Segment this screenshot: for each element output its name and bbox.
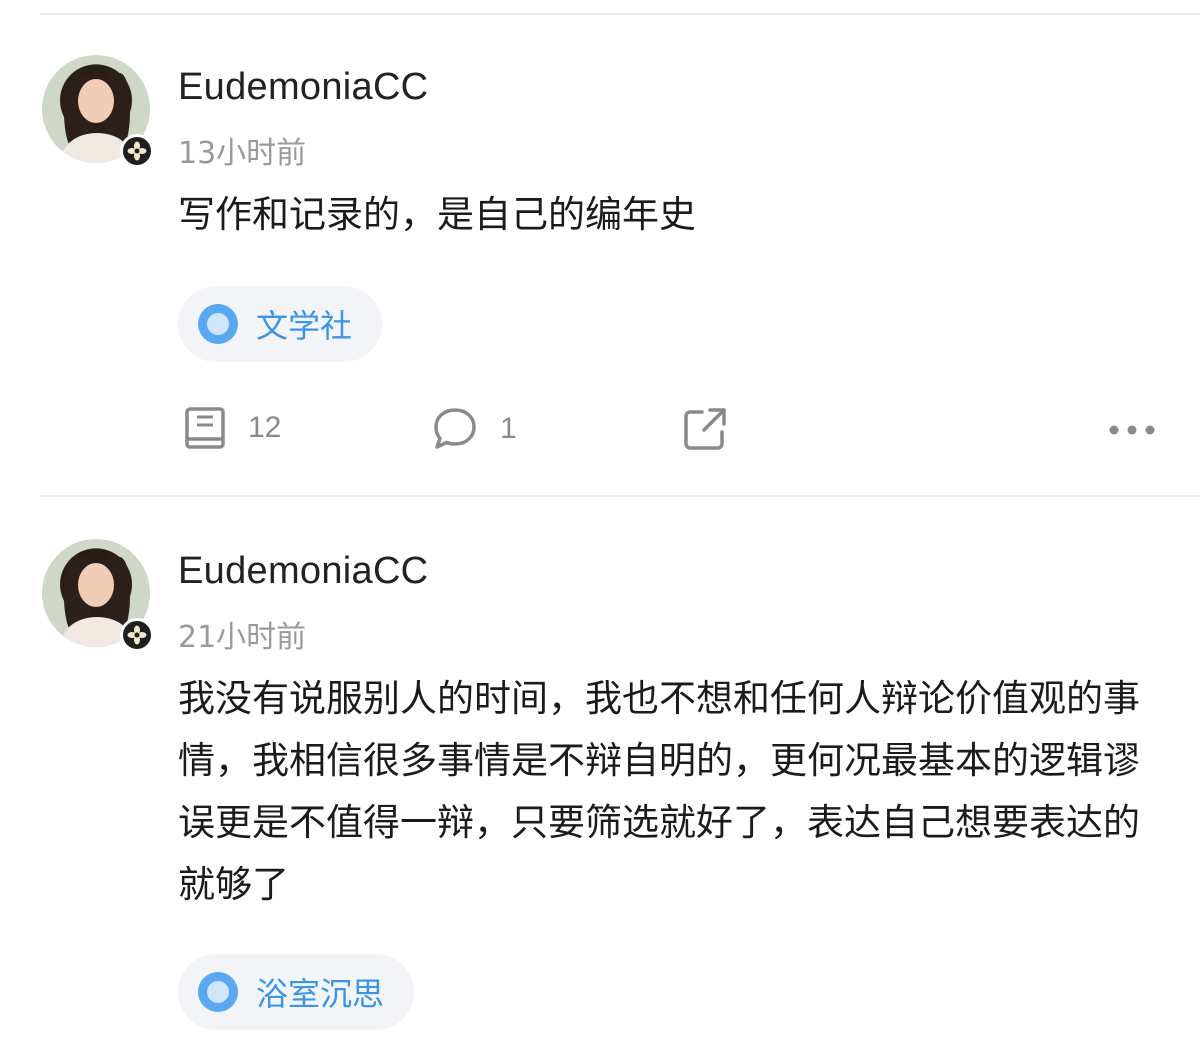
share-icon bbox=[682, 406, 728, 452]
comment-count: 1 bbox=[500, 412, 517, 445]
flower-badge-icon bbox=[120, 618, 154, 652]
read-count: 12 bbox=[248, 411, 282, 444]
topic-tag-label: 浴室沉思 bbox=[256, 975, 385, 1013]
topic-tag[interactable]: 文学社 bbox=[178, 286, 383, 362]
topic-tag-label: 文学社 bbox=[256, 307, 353, 345]
more-button[interactable] bbox=[1108, 420, 1156, 440]
timestamp: 21小时前 bbox=[178, 620, 307, 655]
flower-badge-icon bbox=[120, 134, 154, 168]
top-divider bbox=[40, 13, 1200, 15]
timestamp: 13小时前 bbox=[178, 136, 307, 171]
circle-tag-icon bbox=[198, 972, 238, 1012]
username[interactable]: EudemoniaCC bbox=[178, 550, 428, 593]
read-count-button[interactable]: 12 bbox=[184, 406, 281, 450]
post-content[interactable]: 写作和记录的，是自己的编年史 bbox=[178, 184, 1158, 246]
post-content[interactable]: 我没有说服别人的时间，我也不想和任何人辩论价值观的事情，我相信很多事情是不辩自明… bbox=[178, 668, 1158, 916]
book-icon bbox=[184, 406, 226, 450]
share-button[interactable] bbox=[682, 406, 728, 452]
circle-tag-icon bbox=[198, 304, 238, 344]
topic-tag[interactable]: 浴室沉思 bbox=[178, 954, 415, 1030]
comment-bubble-icon bbox=[432, 406, 478, 452]
post-divider bbox=[40, 495, 1200, 497]
comment-button[interactable]: 1 bbox=[432, 406, 517, 452]
more-dots-icon bbox=[1108, 420, 1156, 440]
username[interactable]: EudemoniaCC bbox=[178, 66, 428, 109]
post-feed: EudemoniaCC 13小时前 写作和记录的，是自己的编年史 文学社 12 bbox=[0, 0, 1200, 1052]
